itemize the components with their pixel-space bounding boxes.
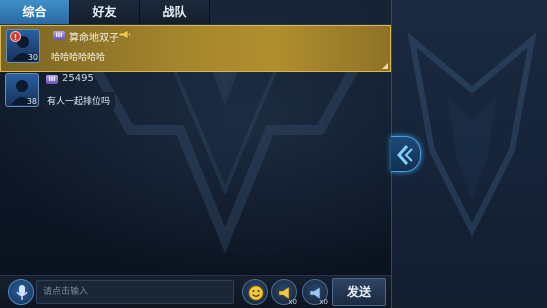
avatar[interactable]: ! 30: [6, 29, 40, 63]
message-text: 哈哈哈哈哈哈: [51, 53, 106, 63]
rank-icon: III: [46, 75, 58, 84]
microphone-icon: [16, 285, 28, 300]
player-name[interactable]: 25495: [62, 73, 94, 84]
small-horn-button[interactable]: x0: [271, 279, 297, 306]
small-horn-count: x0: [288, 298, 297, 306]
chat-tabs: 综合 好友 战队: [0, 0, 210, 24]
chat-input-bar: x0 x0 发送: [0, 275, 391, 308]
collapse-panel-button[interactable]: [391, 136, 421, 172]
avatar[interactable]: 38: [5, 73, 39, 107]
chevron-left-icon: [396, 145, 413, 165]
emoji-button[interactable]: [242, 279, 268, 305]
send-button[interactable]: 发送: [332, 278, 386, 306]
corner-arrow-icon: [382, 63, 388, 69]
chat-input[interactable]: [36, 280, 234, 304]
smiley-face-icon: [248, 285, 264, 301]
large-horn-count: x0: [319, 298, 328, 306]
chat-message[interactable]: ! 30 III 算命地双子 哈哈哈哈哈哈: [0, 25, 391, 72]
chat-message[interactable]: 38 III 25495 有人一起排位吗: [0, 72, 391, 110]
tab-friends[interactable]: 好友: [70, 0, 140, 24]
player-level: 30: [27, 53, 38, 62]
large-horn-button[interactable]: x0: [302, 279, 328, 306]
alert-badge: !: [10, 31, 21, 42]
tab-general[interactable]: 综合: [0, 0, 70, 24]
message-text: 有人一起排位吗: [42, 92, 116, 109]
voice-input-button[interactable]: [8, 279, 34, 305]
player-level: 38: [26, 97, 37, 106]
rank-icon: III: [53, 31, 65, 40]
horn-icon: [118, 29, 131, 40]
tab-team[interactable]: 战队: [140, 0, 210, 24]
player-name[interactable]: 算命地双子: [69, 29, 119, 44]
